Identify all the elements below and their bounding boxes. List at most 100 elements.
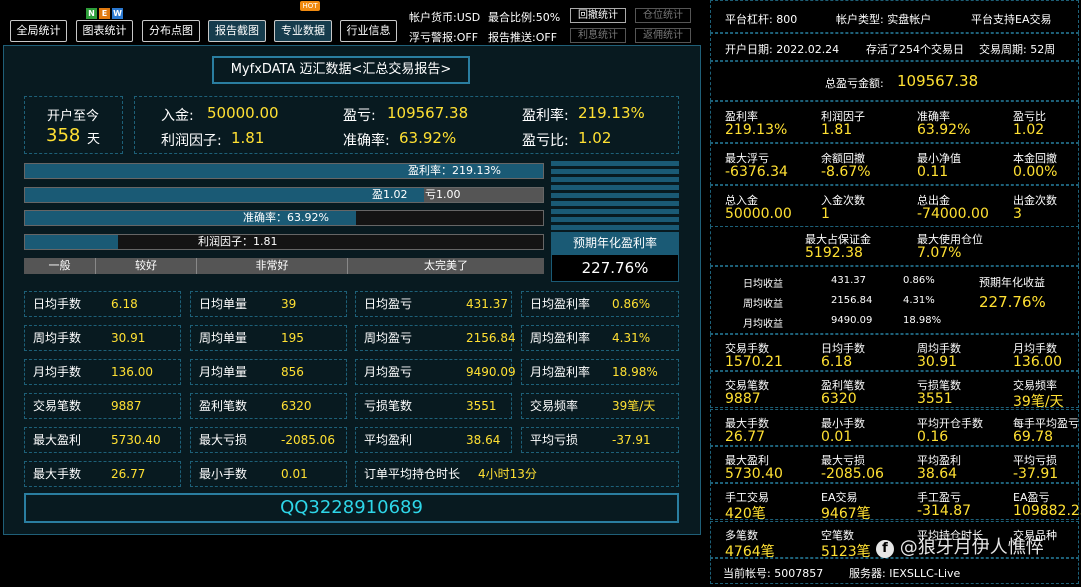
total-pnl-row: 总盈亏金额: 109567.38 — [710, 61, 1079, 101]
stripe — [551, 185, 679, 190]
stat-label: 日均手数 — [33, 297, 82, 311]
profit-rate-bar: 盈利率：219.13% — [24, 163, 544, 179]
profit-factor-label: 利润因子: — [161, 133, 222, 149]
stat-cell: 月均手数 136.00 — [24, 359, 181, 385]
stat-label: 月均盈亏 — [364, 365, 413, 379]
stat-cell: 周均盈亏 2156.84 — [355, 325, 516, 351]
summary-value: 0.11 — [917, 164, 949, 180]
new-badge-w: W — [112, 8, 123, 19]
stat-cell: 月均单量 856 — [190, 359, 347, 385]
tab-report-screenshot[interactable]: 报告截图 — [208, 20, 266, 42]
stats-value: 0.01 — [821, 428, 853, 445]
account-number: 当前帐号: 5007857 — [723, 567, 824, 580]
platform-info-row: 平台杠杆: 800 帐户类型: 实盘帐户 平台支持EA交易 — [710, 0, 1079, 33]
summary-value: 3 — [1013, 206, 1022, 222]
average-returns-row: 日均收益 431.37 0.86% 周均收益 2156.84 4.31% 月均收益 9490.… — [710, 266, 1079, 334]
summary-value: 1.81 — [821, 122, 853, 138]
stat-label: 周均单量 — [199, 331, 248, 345]
avg-value: 18.98% — [903, 315, 942, 326]
scale-very-good: 非常好 — [197, 258, 348, 274]
accuracy-bar-text: 准确率：63.92% — [243, 211, 329, 224]
avg-label: 日均收益 — [743, 279, 783, 290]
stat-label: 最小手数 — [199, 467, 248, 481]
stats-value: 1570.21 — [725, 354, 783, 370]
max-margin-value: 5192.38 — [805, 245, 863, 261]
stats-row: 交易笔数 9887 盈利笔数 6320 亏损笔数 3551 交易频率 39笔/天 — [710, 371, 1079, 410]
stats-value: 109882.25 — [1013, 503, 1081, 520]
stat-value: 3551 — [466, 399, 497, 413]
profit-factor-bar-fill — [25, 235, 119, 249]
tab-global-stats[interactable]: 全局统计 — [10, 20, 67, 42]
stats-value: -37.91 — [1013, 465, 1059, 482]
stripe — [551, 193, 679, 198]
pl-ratio-value: 1.02 — [578, 129, 612, 147]
detail-stats-panel: 平台杠杆: 800 帐户类型: 实盘帐户 平台支持EA交易 开户日期: 2022… — [708, 0, 1081, 587]
stats-row: 最大盈利 5730.40 最大亏损 -2085.06 平均盈利 38.64 平均亏损 -37.… — [710, 445, 1079, 483]
stat-value: 195 — [281, 331, 304, 345]
pnl-label: 盈亏: — [343, 108, 376, 124]
position-stats-button[interactable]: 仓位统计 — [635, 8, 691, 23]
tab-industry-info[interactable]: 行业信息 — [340, 20, 397, 42]
win-bar-text: 盈1.02 — [372, 188, 408, 201]
stats-value: -314.87 — [917, 503, 972, 520]
rebate-stats-button[interactable]: 返佣统计 — [635, 28, 691, 43]
annual-return-label: 预期年化收益 — [979, 276, 1045, 289]
stat-label: 最大手数 — [33, 467, 82, 481]
annual-profit-label: 预期年化盈利率 — [551, 232, 679, 254]
days-unit: 天 — [87, 132, 101, 147]
avg-value: 4.31% — [903, 295, 935, 306]
stat-label: 亏损笔数 — [364, 399, 413, 413]
stat-value: 6.18 — [111, 297, 138, 311]
interest-stats-button[interactable]: 利息统计 — [570, 28, 626, 43]
stat-cell: 交易笔数 9887 — [24, 393, 181, 419]
deposit-label: 入金: — [161, 108, 194, 124]
stat-label: 月均盈利率 — [530, 365, 591, 379]
qq-contact: QQ3228910689 — [24, 493, 679, 523]
report-title: MyfxDATA 迈汇数据<汇总交易报告> — [212, 56, 470, 84]
hot-badge: HOT — [300, 1, 320, 11]
avg-value: 431.37 — [831, 275, 866, 286]
accuracy-value: 63.92% — [399, 129, 457, 147]
weibo-icon: f — [876, 540, 894, 558]
summary-value: 1.02 — [1013, 122, 1045, 138]
stat-value: 39笔/天 — [612, 399, 656, 413]
stats-value: -2085.06 — [821, 465, 884, 482]
stats-value: 136.00 — [1013, 354, 1062, 370]
stat-cell: 平均盈利 38.64 — [355, 427, 512, 453]
stat-value: 0.86% — [612, 297, 651, 311]
tab-chart-stats[interactable]: 图表统计 — [76, 20, 133, 42]
pl-ratio-label: 盈亏比: — [522, 133, 569, 149]
summary-value: 219.13% — [725, 122, 788, 138]
stat-cell: 日均盈亏 431.37 — [355, 291, 512, 317]
stat-label: 最大盈利 — [33, 433, 82, 447]
total-pnl-value: 109567.38 — [897, 72, 979, 90]
tab-distribution[interactable]: 分布点图 — [142, 20, 200, 42]
deposit-value: 50000.00 — [207, 104, 279, 122]
stats-row: 手工交易 420笔 EA交易 9467笔 手工盈亏 -314.87 EA盈亏 109882.2… — [710, 483, 1081, 522]
stats-value: 26.77 — [725, 428, 766, 445]
stat-value: 38.64 — [466, 433, 501, 447]
stat-value: 5730.40 — [111, 433, 161, 447]
stats-value: 9887 — [725, 391, 761, 408]
stat-cell: 最大盈利 5730.40 — [24, 427, 181, 453]
stats-value: 69.78 — [1013, 428, 1054, 445]
server-name: 服务器: IEXSLLC-Live — [849, 567, 961, 580]
stat-label: 交易频率 — [530, 399, 579, 413]
summary-block: 总入金 50000.00 入金次数 1 总出金 -74000.00 出金次数 3 — [710, 185, 1079, 227]
account-currency: 帐户货币:USD — [409, 11, 481, 24]
watermark: f @狼牙月伊人憔悴 — [876, 533, 1044, 559]
stat-value: 30.91 — [111, 331, 146, 345]
stat-label: 最大亏损 — [199, 433, 248, 447]
drawdown-stats-button[interactable]: 回撤统计 — [570, 8, 626, 23]
stats-value: 3551 — [917, 391, 953, 408]
tab-pro-data[interactable]: 专业数据 — [274, 20, 332, 42]
stat-label: 平均亏损 — [530, 433, 579, 447]
stat-cell: 最小手数 0.01 — [190, 461, 347, 487]
annual-return-value: 227.76% — [979, 293, 1046, 311]
stat-value: 9887 — [111, 399, 142, 413]
avg-value: 0.86% — [903, 275, 935, 286]
stat-cell: 最大手数 26.77 — [24, 461, 181, 487]
profit-factor-bar: 利润因子：1.81 — [24, 234, 544, 250]
scale-normal: 一般 — [24, 258, 96, 274]
stat-label: 交易笔数 — [33, 399, 82, 413]
